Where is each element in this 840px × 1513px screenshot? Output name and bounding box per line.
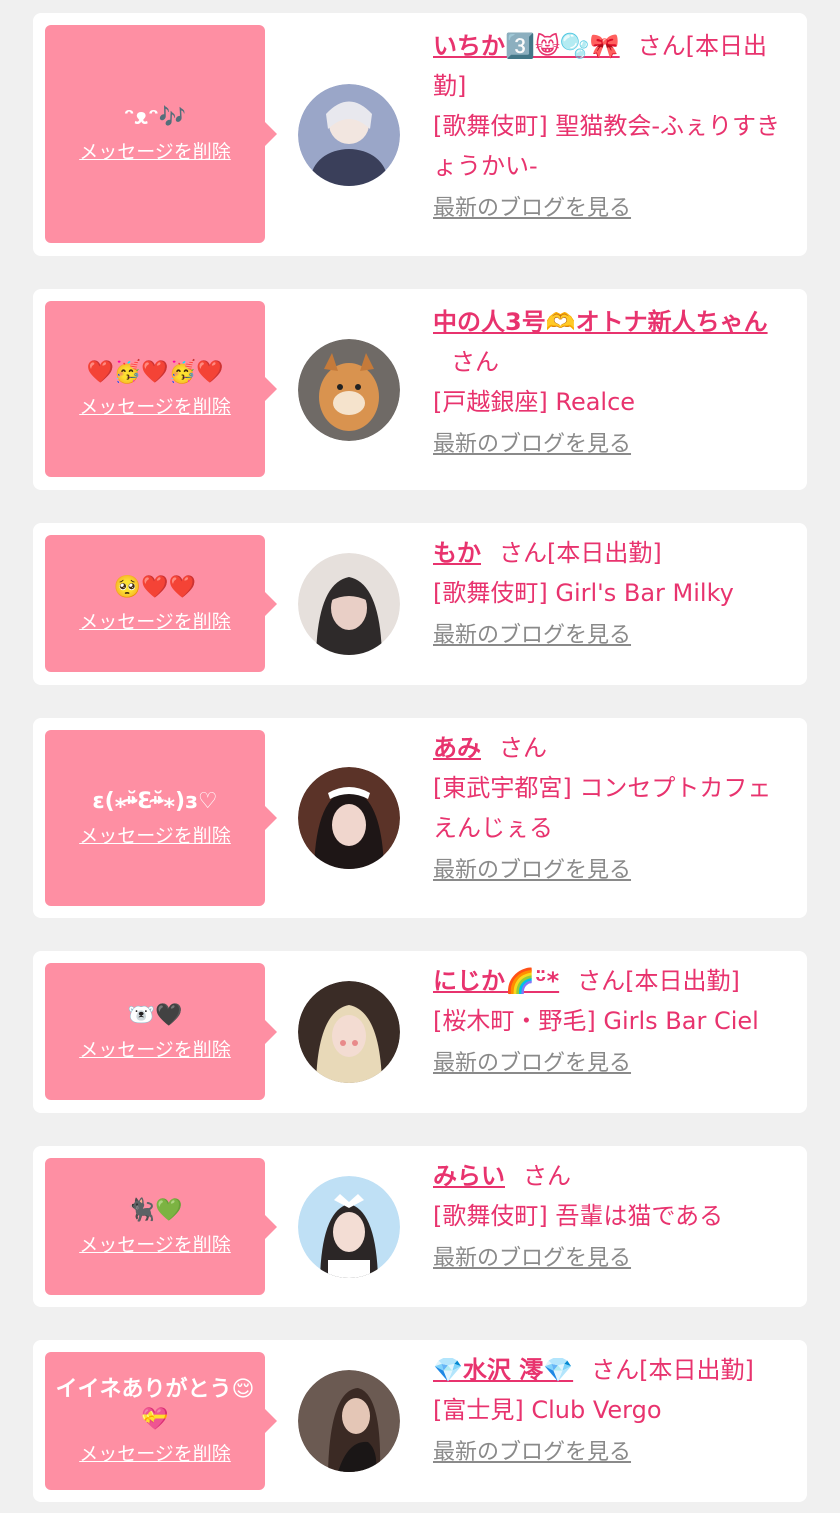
user-info: あみ さん [東武宇都宮] コンセプトカフェ えんじぇる 最新のブログを見る [433,728,793,889]
user-name-link[interactable]: にじか🌈ᵕ̈* [433,967,559,995]
shop-name: [東武宇都宮] コンセプトカフェ えんじぇる [433,774,772,842]
delete-message-link[interactable]: メッセージを削除 [79,823,231,849]
message-bubble: 🐈‍⬛💚 メッセージを削除 [45,1158,277,1295]
message-text: 🥺❤️❤️ [113,574,197,600]
list-item: ᵔᴥᵔ🎶 メッセージを削除 いちか3️⃣😸🫧🎀 さん[本日出勤] [歌舞伎町] 聖… [33,13,807,256]
blog-link[interactable]: 最新のブログを見る [433,1242,631,1276]
user-name-link[interactable]: 中の人3号🫶オトナ新人ちゃん [433,308,768,336]
avatar[interactable] [298,1370,400,1472]
shop-name: [桜木町・野毛] Girls Bar Ciel [433,1007,759,1035]
user-info: 💎水沢 澪💎 さん[本日出勤] [富士見] Club Vergo 最新のブログを見… [433,1350,793,1471]
list-item: 🐈‍⬛💚 メッセージを削除 みらい さん [歌舞伎町] 吾輩は猫である 最新のブロ… [33,1146,807,1307]
delete-message-link[interactable]: メッセージを削除 [79,139,231,165]
shop-name: [富士見] Club Vergo [433,1396,662,1424]
user-name-link[interactable]: 💎水沢 澪💎 [433,1356,573,1384]
message-text: ᵔᴥᵔ🎶 [123,105,187,130]
user-info: みらい さん [歌舞伎町] 吾輩は猫である 最新のブログを見る [433,1156,793,1277]
blog-link[interactable]: 最新のブログを見る [433,619,631,653]
delete-message-link[interactable]: メッセージを削除 [79,1441,231,1467]
message-text: イイネありがとう😌💝 [55,1377,255,1432]
shop-name: [歌舞伎町] Girl's Bar Milky [433,579,734,607]
list-item: 🥺❤️❤️ メッセージを削除 もか さん[本日出勤] [歌舞伎町] Girl's … [33,523,807,685]
user-status: さん[本日出勤] [499,539,662,567]
user-info: にじか🌈ᵕ̈* さん[本日出勤] [桜木町・野毛] Girls Bar Ciel … [433,961,793,1082]
message-text: 🐈‍⬛💚 [127,1197,183,1223]
message-text: ɛ(⁎⁍̴̆Ɛ⁍̴̆⁎)з♡ [92,789,218,814]
message-bubble: イイネありがとう😌💝 メッセージを削除 [45,1352,277,1490]
user-status: さん[本日出勤] [591,1356,754,1384]
message-text: ❤️🥳❤️🥳❤️ [86,360,224,385]
message-bubble: ❤️🥳❤️🥳❤️ メッセージを削除 [45,301,277,477]
shop-name: [歌舞伎町] 吾輩は猫である [433,1202,724,1230]
avatar[interactable] [298,84,400,186]
message-bubble: ᵔᴥᵔ🎶 メッセージを削除 [45,25,277,243]
blog-link[interactable]: 最新のブログを見る [433,192,631,226]
user-status: さん [499,734,547,762]
blog-link[interactable]: 最新のブログを見る [433,1436,631,1470]
list-item: 🐻‍❄️🖤 メッセージを削除 にじか🌈ᵕ̈* さん[本日出勤] [桜木町・野毛] … [33,951,807,1113]
user-info: 中の人3号🫶オトナ新人ちゃんさん [戸越銀座] Realce 最新のブログを見る [433,302,793,463]
user-name-link[interactable]: みらい [433,1162,505,1190]
user-status: さん [451,348,499,376]
delete-message-link[interactable]: メッセージを削除 [79,1037,231,1063]
list-item: ɛ(⁎⁍̴̆Ɛ⁍̴̆⁎)з♡ メッセージを削除 あみ さん [東武宇都宮] コンセ… [33,718,807,918]
user-name-link[interactable]: あみ [433,734,481,762]
shop-name: [戸越銀座] Realce [433,388,636,416]
list-item: ❤️🥳❤️🥳❤️ メッセージを削除 中の人3号🫶オトナ新人ちゃんさん [戸越銀座… [33,289,807,490]
user-status: さん [523,1162,571,1190]
list-item: イイネありがとう😌💝 メッセージを削除 💎水沢 澪💎 さん[本日出勤] [富士見]… [33,1340,807,1502]
message-bubble: 🐻‍❄️🖤 メッセージを削除 [45,963,277,1100]
user-info: いちか3️⃣😸🫧🎀 さん[本日出勤] [歌舞伎町] 聖猫教会-ふぇりすきょうかい-… [433,26,793,227]
user-info: もか さん[本日出勤] [歌舞伎町] Girl's Bar Milky 最新のブロ… [433,533,793,654]
message-bubble: ɛ(⁎⁍̴̆Ɛ⁍̴̆⁎)з♡ メッセージを削除 [45,730,277,906]
shop-name: [歌舞伎町] 聖猫教会-ふぇりすきょうかい- [433,112,781,180]
avatar[interactable] [298,339,400,441]
avatar[interactable] [298,1176,400,1278]
delete-message-link[interactable]: メッセージを削除 [79,609,231,635]
user-name-link[interactable]: いちか3️⃣😸🫧🎀 [433,32,620,60]
avatar[interactable] [298,767,400,869]
blog-link[interactable]: 最新のブログを見る [433,1047,631,1081]
blog-link[interactable]: 最新のブログを見る [433,428,631,462]
message-bubble: 🥺❤️❤️ メッセージを削除 [45,535,277,672]
message-text: 🐻‍❄️🖤 [127,1002,183,1028]
message-list: ᵔᴥᵔ🎶 メッセージを削除 いちか3️⃣😸🫧🎀 さん[本日出勤] [歌舞伎町] 聖… [0,0,840,1513]
avatar[interactable] [298,981,400,1083]
user-status: さん[本日出勤] [577,967,740,995]
delete-message-link[interactable]: メッセージを削除 [79,1232,231,1258]
delete-message-link[interactable]: メッセージを削除 [79,394,231,420]
avatar[interactable] [298,553,400,655]
user-name-link[interactable]: もか [433,539,481,567]
blog-link[interactable]: 最新のブログを見る [433,854,631,888]
